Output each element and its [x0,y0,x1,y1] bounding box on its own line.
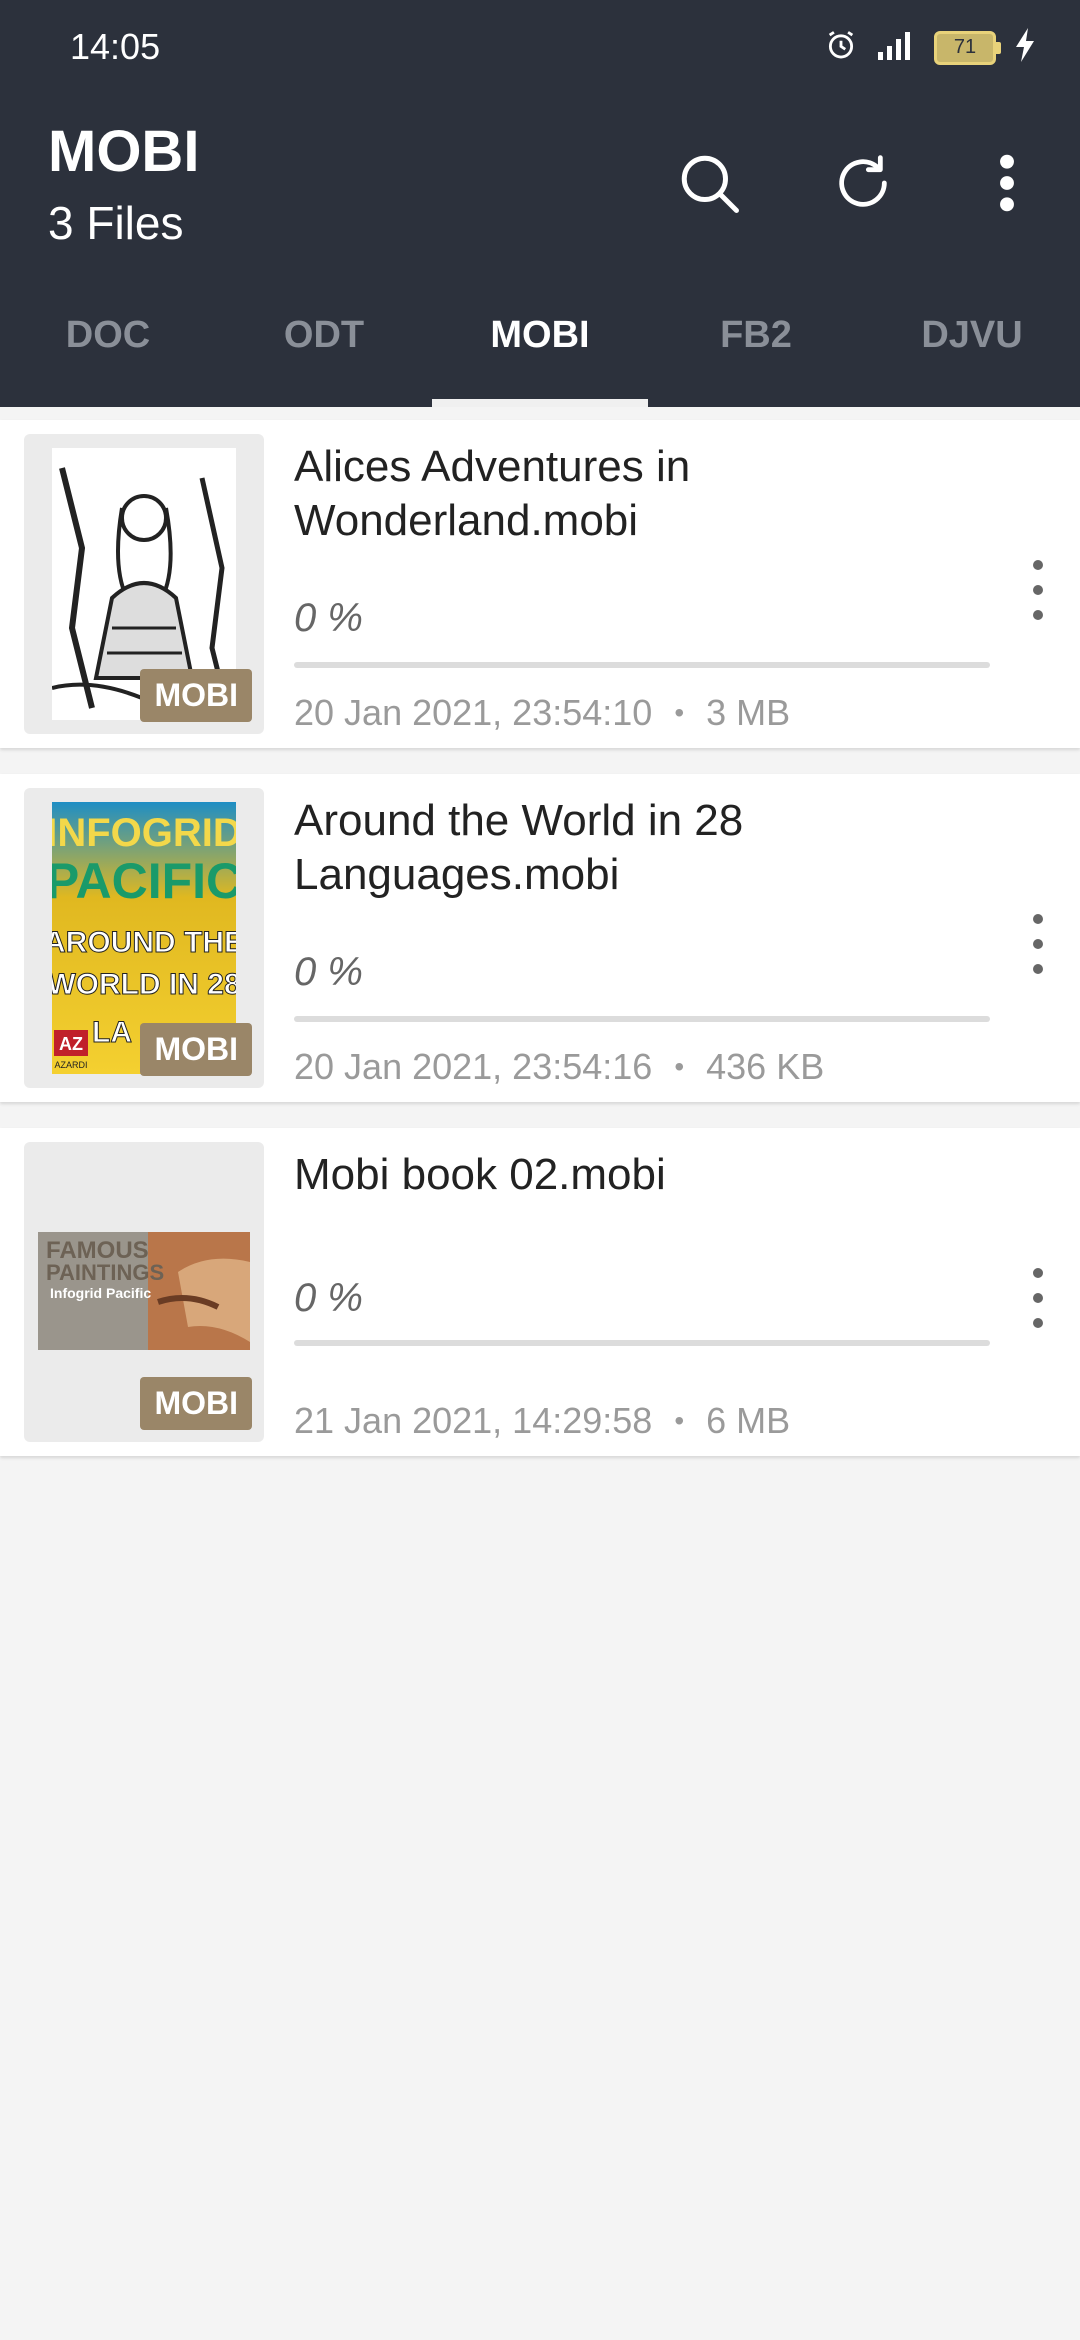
cover-text: PACIFIC [52,853,236,909]
more-vert-icon [1000,154,1014,212]
cover-text: AZ [59,1034,83,1054]
progress-label: 0 % [294,950,363,994]
file-date: 20 Jan 2021, 23:54:10 [294,692,653,733]
battery-level: 71 [953,36,977,58]
file-size: 436 KB [706,1046,825,1087]
file-meta: 20 Jan 2021, 23:54:16 • 436 KB [294,1046,824,1088]
file-size: 3 MB [706,692,791,733]
tab-djvu[interactable]: DJVU [864,300,1080,407]
item-menu-button[interactable] [1018,560,1058,620]
file-meta: 21 Jan 2021, 14:29:58 • 6 MB [294,1400,790,1442]
tab-doc[interactable]: DOC [0,300,216,407]
file-date: 21 Jan 2021, 14:29:58 [294,1400,653,1441]
file-meta: 20 Jan 2021, 23:54:10 • 3 MB [294,692,790,734]
app-bar: 14:05 71 MOBI 3 Files DOC ODT MOBI FB2 D… [0,0,1080,407]
file-count: 3 Files [48,197,184,249]
search-button[interactable] [664,138,754,228]
cover-text: PAINTINGS [46,1260,164,1285]
search-icon [681,155,739,213]
file-size: 6 MB [706,1400,791,1441]
format-badge: MOBI [140,669,252,722]
status-bar: 14:05 71 [0,0,1080,96]
format-badge: MOBI [140,1023,252,1076]
file-name: Around the World in 28 Languages.mobi [294,796,744,899]
charging-icon [1014,28,1036,67]
progress-bar [294,1016,990,1022]
file-item[interactable]: FAMOUS PAINTINGS Infogrid Pacific MOBI M… [0,1128,1080,1456]
book-thumbnail: FAMOUS PAINTINGS Infogrid Pacific MOBI [24,1142,264,1442]
progress-bar [294,1340,990,1346]
more-options-button[interactable] [962,138,1052,228]
battery-icon: 71 [934,30,1001,65]
progress-label: 0 % [294,596,363,640]
separator-dot: • [674,1405,685,1436]
cover-image: FAMOUS PAINTINGS Infogrid Pacific [38,1232,250,1350]
alarm-icon [824,28,858,67]
tab-fb2[interactable]: FB2 [648,300,864,407]
cover-text: Infogrid Pacific [50,1285,151,1301]
refresh-icon [839,155,887,207]
status-icons: 71 [824,28,1036,67]
cover-text: LA [92,1016,132,1049]
file-name: Mobi book 02.mobi [294,1150,666,1199]
book-thumbnail: MOBI [24,434,264,734]
cover-text: AROUND THE [52,926,236,959]
item-menu-button[interactable] [1018,914,1058,974]
cover-text: INFOGRID [52,811,236,855]
file-item[interactable]: MOBI Alices Adventures in Wonderland.mob… [0,420,1080,748]
cover-text: AZARDI [54,1060,87,1070]
item-menu-button[interactable] [1018,1268,1058,1328]
signal-icon [876,30,916,65]
format-badge: MOBI [140,1377,252,1430]
file-item[interactable]: INFOGRID PACIFIC AROUND THE WORLD IN 28 … [0,774,1080,1102]
separator-dot: • [674,697,685,728]
file-date: 20 Jan 2021, 23:54:16 [294,1046,653,1087]
status-time: 14:05 [70,26,161,67]
cover-text: WORLD IN 28 [52,968,236,1001]
format-tabs: DOC ODT MOBI FB2 DJVU [0,300,1080,407]
tab-mobi[interactable]: MOBI [432,300,648,407]
page-title: MOBI [48,119,200,184]
separator-dot: • [674,1051,685,1082]
tab-odt[interactable]: ODT [216,300,432,407]
book-thumbnail: INFOGRID PACIFIC AROUND THE WORLD IN 28 … [24,788,264,1088]
refresh-button[interactable] [818,138,908,228]
file-name: Alices Adventures in Wonderland.mobi [294,442,691,545]
progress-label: 0 % [294,1276,363,1320]
progress-bar [294,662,990,668]
